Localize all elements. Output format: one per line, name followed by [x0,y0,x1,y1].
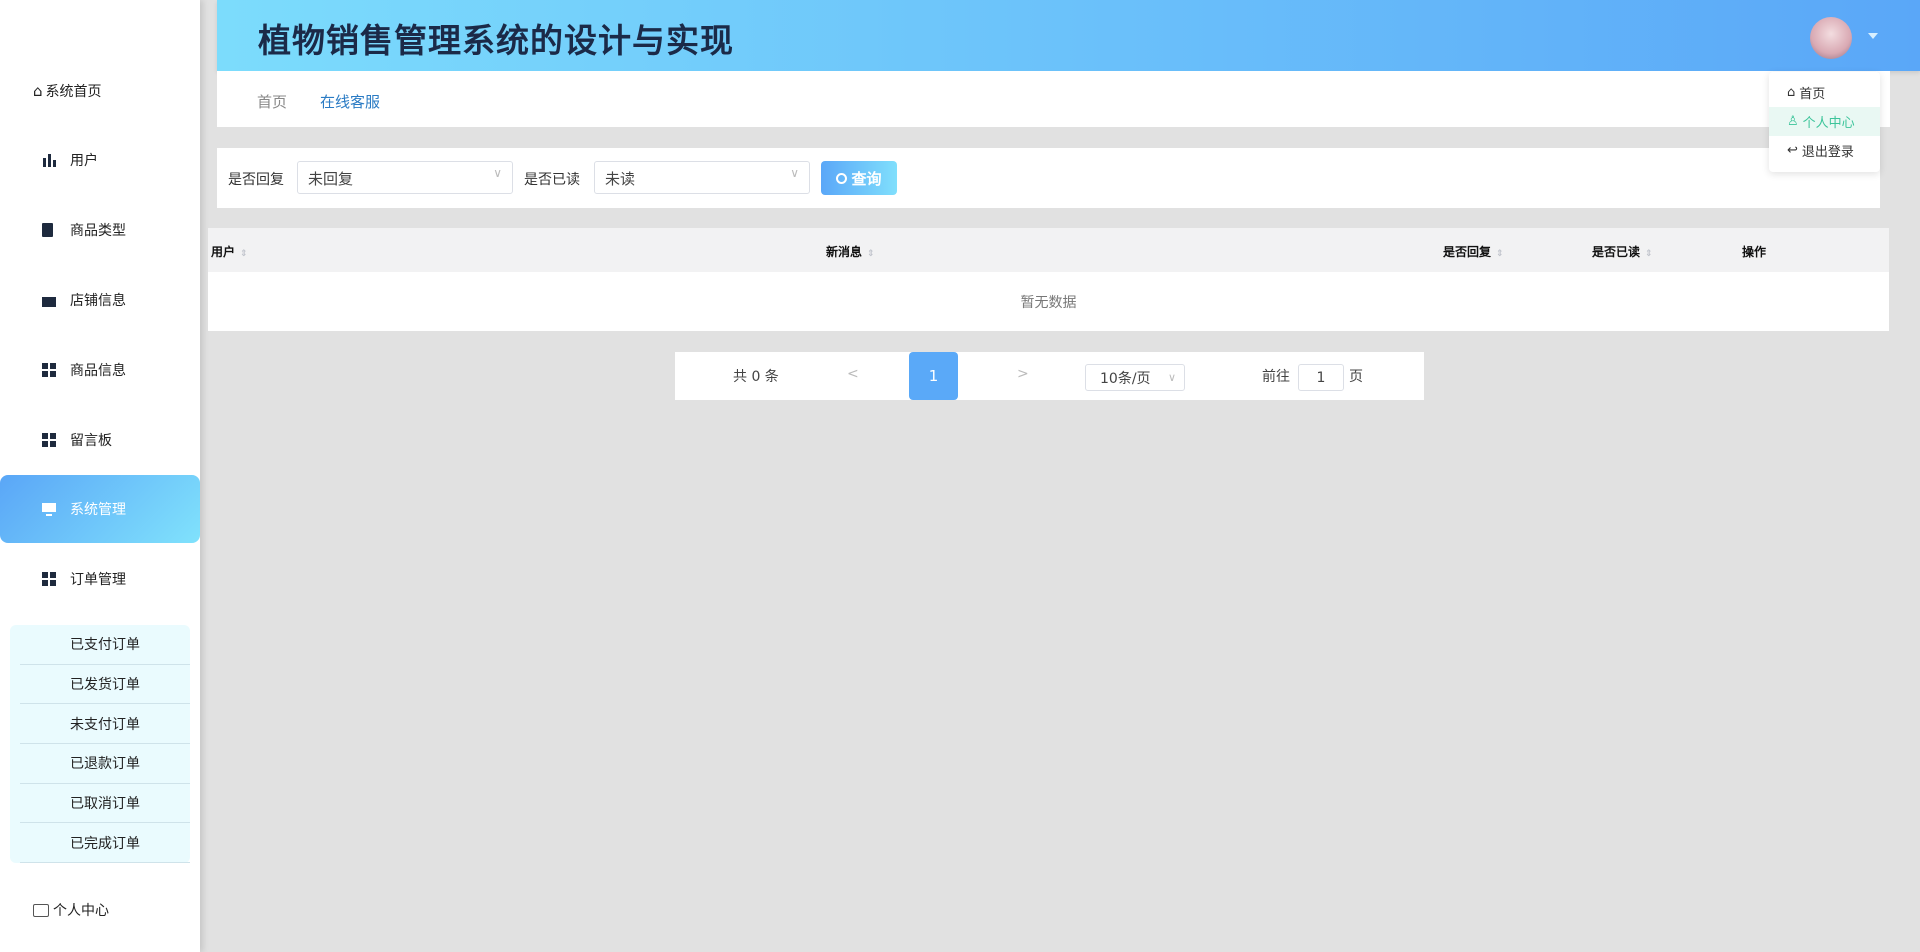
submenu-item-paid-orders[interactable]: 已支付订单 [20,625,190,665]
pagination: 共 0 条 < 1 > 10条/页 ∨ 前往 1 页 [675,352,1424,400]
sidebar-item-home[interactable]: ⌂ 系统首页 [0,57,200,125]
reply-label: 是否回复 [228,169,284,189]
sidebar-item-personal-center[interactable]: 个人中心 [0,876,200,944]
column-user[interactable]: 用户⇕ [211,243,248,260]
dropdown-item-home[interactable]: ⌂首页 [1769,78,1880,107]
home-icon: ⌂ [1787,85,1795,100]
submenu-item-shipped-orders[interactable]: 已发货订单 [20,665,190,705]
reply-select[interactable]: 未回复 ∨ [297,161,513,194]
query-button[interactable]: 查询 [821,161,897,195]
wallet-icon [42,293,56,307]
sidebar: ⌂ 系统首页 用户 商品类型 店铺信息 商品信息 留言板 系统管理 订单管理 已… [0,0,200,952]
sidebar-item-label: 个人中心 [53,900,109,920]
breadcrumb-tabs: 首页 在线客服 [217,71,1890,127]
sort-icon: ⇕ [1645,249,1653,259]
sidebar-item-product-types[interactable]: 商品类型 [0,196,200,264]
grid-icon [42,572,56,586]
page-unit-label: 页 [1349,366,1363,386]
sidebar-item-label: 系统首页 [46,81,102,101]
chevron-down-icon: ∨ [790,166,799,180]
sort-icon: ⇕ [1496,249,1504,259]
sidebar-item-label: 商品信息 [70,360,126,380]
grid-icon [42,363,56,377]
next-page-button[interactable]: > [1017,366,1029,382]
submenu-item-cancelled-orders[interactable]: 已取消订单 [20,784,190,824]
page-title: 植物销售管理系统的设计与实现 [258,14,734,62]
table-header: 用户⇕ 新消息⇕ 是否回复⇕ 是否已读⇕ 操作 [208,228,1889,272]
submenu-item-refunded-orders[interactable]: 已退款订单 [20,744,190,784]
search-icon [836,173,847,184]
sort-icon: ⇕ [240,249,248,259]
top-header: 植物销售管理系统的设计与实现 [217,0,1920,71]
page-size-select[interactable]: 10条/页 ∨ [1085,364,1185,391]
chevron-down-icon: ∨ [493,166,502,180]
reply-select-value: 未回复 [308,170,353,188]
goto-page-input[interactable]: 1 [1298,364,1344,391]
sidebar-item-label: 商品类型 [70,220,126,240]
avatar[interactable] [1810,17,1852,59]
sidebar-item-product-info[interactable]: 商品信息 [0,336,200,404]
dropdown-item-personal-center[interactable]: ♙个人中心 [1769,107,1880,136]
prev-page-button[interactable]: < [847,366,859,382]
submenu-item-completed-orders[interactable]: 已完成订单 [20,823,190,863]
user-icon: ♙ [1787,114,1799,129]
sidebar-item-users[interactable]: 用户 [0,126,200,194]
goto-label: 前往 [1262,366,1290,386]
filter-bar: 是否回复 未回复 ∨ 是否已读 未读 ∨ 查询 [217,148,1880,208]
column-replied[interactable]: 是否回复⇕ [1443,243,1504,260]
query-label: 查询 [851,168,881,189]
bar-chart-icon [42,153,56,167]
grid-icon [42,433,56,447]
sidebar-item-label: 系统管理 [70,499,126,519]
chevron-down-icon: ∨ [1168,371,1176,384]
column-read[interactable]: 是否已读⇕ [1592,243,1653,260]
column-new-message[interactable]: 新消息⇕ [826,243,875,260]
home-icon: ⌂ [33,82,43,100]
order-submenu: 已支付订单 已发货订单 未支付订单 已退款订单 已取消订单 已完成订单 [10,625,190,863]
empty-text: 暂无数据 [208,272,1889,331]
page-size-value: 10条/页 [1100,368,1151,388]
sidebar-item-label: 订单管理 [70,569,126,589]
sidebar-item-label: 用户 [70,150,98,170]
total-count: 共 0 条 [733,366,779,386]
monitor-icon [42,502,56,516]
return-icon: ↩ [1787,143,1798,158]
card-icon [33,904,49,917]
sidebar-item-order-management[interactable]: 订单管理 [0,545,200,613]
sidebar-item-message-board[interactable]: 留言板 [0,406,200,474]
sidebar-item-label: 留言板 [70,430,112,450]
tab-online-service[interactable]: 在线客服 [320,91,380,112]
caret-down-icon[interactable] [1868,33,1878,39]
tab-home[interactable]: 首页 [257,91,287,112]
sidebar-item-label: 店铺信息 [70,290,126,310]
sidebar-item-system-management[interactable]: 系统管理 [0,475,200,543]
clipboard-icon [42,223,53,237]
read-select[interactable]: 未读 ∨ [594,161,810,194]
sort-icon: ⇕ [867,249,875,259]
read-label: 是否已读 [524,169,580,189]
message-table: 用户⇕ 新消息⇕ 是否回复⇕ 是否已读⇕ 操作 暂无数据 [208,228,1889,331]
read-select-value: 未读 [605,170,635,188]
page-1-button[interactable]: 1 [909,352,958,400]
column-actions: 操作 [1742,243,1766,260]
sidebar-item-shop-info[interactable]: 店铺信息 [0,266,200,334]
user-dropdown-menu: ⌂首页 ♙个人中心 ↩退出登录 [1769,72,1880,172]
dropdown-item-logout[interactable]: ↩退出登录 [1769,136,1880,165]
submenu-item-unpaid-orders[interactable]: 未支付订单 [20,704,190,744]
